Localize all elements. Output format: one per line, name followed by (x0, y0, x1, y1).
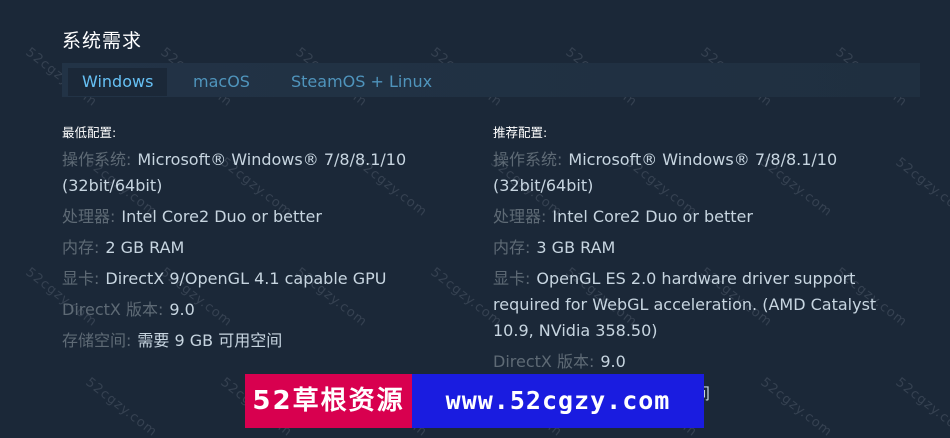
min-gpu-value: DirectX 9/OpenGL 4.1 capable GPU (105, 269, 387, 288)
watermark-text: 52cgzy.com (892, 154, 950, 221)
rec-gpu-row: 显卡: OpenGL ES 2.0 hardware driver support… (493, 266, 883, 344)
rec-memory-row: 内存: 3 GB RAM (493, 235, 883, 261)
min-directx-label: DirectX 版本: (62, 300, 164, 319)
rec-cpu-label: 处理器: (493, 207, 547, 226)
rec-directx-label: DirectX 版本: (493, 352, 595, 371)
tab-macos[interactable]: macOS (179, 68, 264, 96)
rec-memory-label: 内存: (493, 238, 531, 257)
recommended-title: 推荐配置: (493, 125, 548, 140)
min-os-row: 操作系统: Microsoft® Windows® 7/8/8.1/10 (32b… (62, 147, 462, 199)
rec-gpu-label: 显卡: (493, 269, 531, 288)
watermark-text: 52cgzy.com (757, 374, 836, 438)
min-memory-value: 2 GB RAM (105, 238, 185, 257)
min-cpu-row: 处理器: Intel Core2 Duo or better (62, 204, 462, 230)
min-directx-row: DirectX 版本: 9.0 (62, 297, 462, 323)
os-tab-bar: Windows macOS SteamOS + Linux (62, 63, 920, 97)
rec-os-label: 操作系统: (493, 150, 563, 169)
rec-cpu-row: 处理器: Intel Core2 Duo or better (493, 204, 883, 230)
min-directx-value: 9.0 (169, 300, 195, 319)
rec-directx-row: DirectX 版本: 9.0 (493, 349, 883, 375)
page-title: 系统需求 (62, 30, 143, 52)
min-memory-row: 内存: 2 GB RAM (62, 235, 462, 261)
min-storage-value: 需要 9 GB 可用空间 (137, 331, 283, 350)
recommended-requirements: 推荐配置: 操作系统: Microsoft® Windows® 7/8/8.1/1… (493, 122, 883, 380)
rec-memory-value: 3 GB RAM (536, 238, 616, 257)
tab-steamos-linux[interactable]: SteamOS + Linux (277, 68, 446, 96)
watermark-banner: 52草根资源 www.52cgzy.com (245, 374, 704, 428)
min-memory-label: 内存: (62, 238, 100, 257)
rec-os-row: 操作系统: Microsoft® Windows® 7/8/8.1/10 (32b… (493, 147, 883, 199)
banner-site-name: 52草根资源 (245, 374, 412, 428)
watermark-text: 52cgzy.com (82, 374, 161, 438)
banner-site-url: www.52cgzy.com (412, 374, 704, 428)
min-storage-label: 存储空间: (62, 331, 132, 350)
min-cpu-label: 处理器: (62, 207, 116, 226)
tab-windows[interactable]: Windows (68, 68, 168, 96)
minimum-title: 最低配置: (62, 125, 117, 140)
min-storage-row: 存储空间: 需要 9 GB 可用空间 (62, 328, 462, 354)
min-os-label: 操作系统: (62, 150, 132, 169)
rec-directx-value: 9.0 (600, 352, 626, 371)
min-cpu-value: Intel Core2 Duo or better (121, 207, 322, 226)
min-gpu-row: 显卡: DirectX 9/OpenGL 4.1 capable GPU (62, 266, 462, 292)
watermark-text: 52cgzy.com (892, 374, 950, 438)
min-gpu-label: 显卡: (62, 269, 100, 288)
rec-gpu-value: OpenGL ES 2.0 hardware driver support re… (493, 269, 877, 340)
rec-cpu-value: Intel Core2 Duo or better (552, 207, 753, 226)
minimum-requirements: 最低配置: 操作系统: Microsoft® Windows® 7/8/8.1/1… (62, 122, 462, 359)
